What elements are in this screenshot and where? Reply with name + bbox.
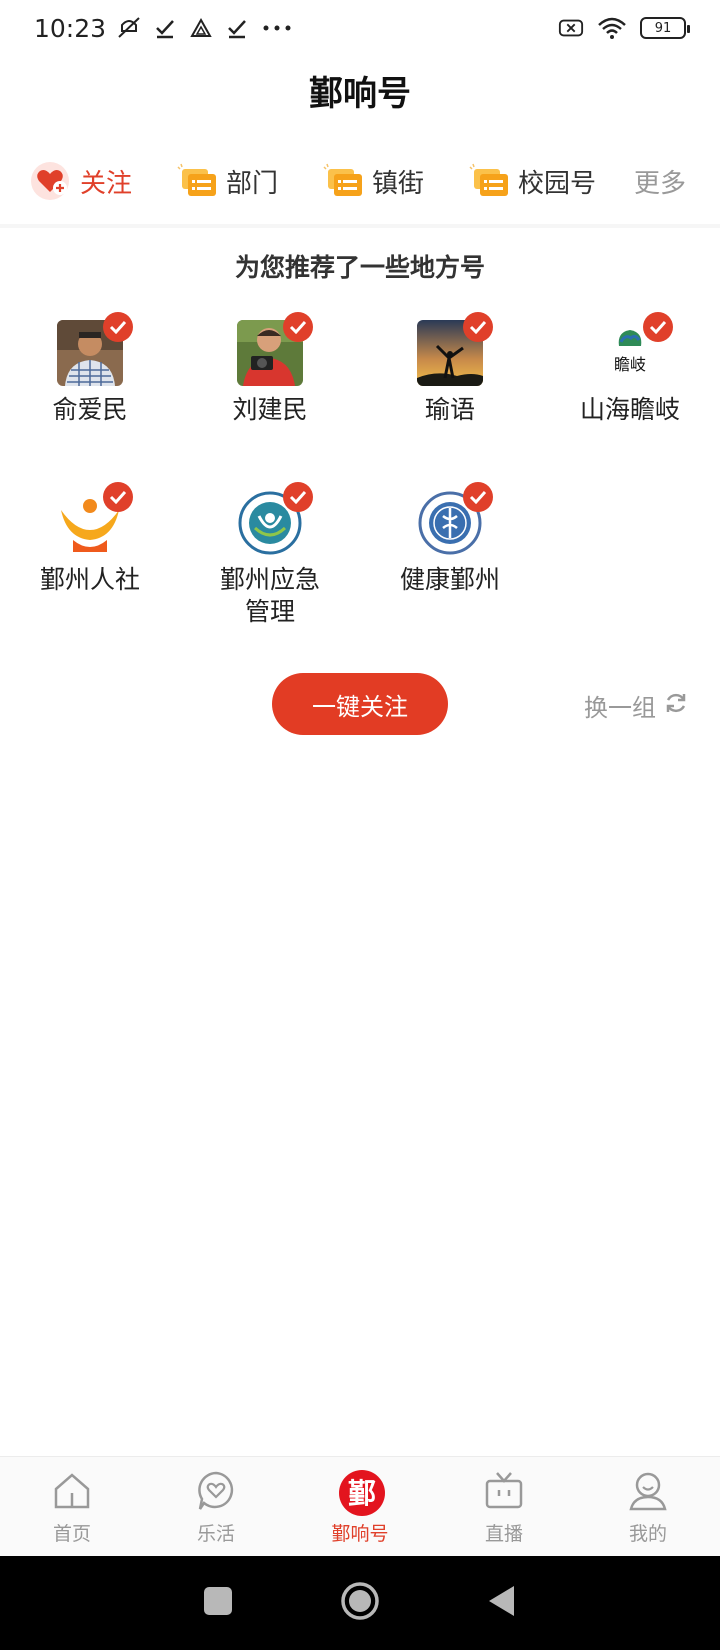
account-name: 鄞州人社 — [39, 565, 140, 594]
check-icon[interactable] — [103, 312, 133, 342]
account-name-line1: 鄞州应急 — [219, 565, 320, 594]
account-item[interactable]: 瞻岐 山海瞻岐 — [540, 312, 720, 426]
nav-label: 鄞响号 — [331, 1523, 389, 1545]
heart-chat-icon — [194, 1469, 238, 1513]
nav-live[interactable]: 直播 — [432, 1457, 576, 1556]
bottom-nav: 首页 乐活 鄞 鄞响号 直播 我的 — [0, 1456, 720, 1556]
nav-home[interactable]: 首页 — [0, 1457, 144, 1556]
profile-icon — [626, 1469, 670, 1513]
recents-button[interactable] — [203, 1586, 233, 1620]
nav-label: 我的 — [628, 1523, 667, 1545]
nav-label: 直播 — [484, 1523, 523, 1545]
divider — [0, 224, 720, 228]
tab-campus[interactable]: 校园号 — [468, 150, 596, 212]
account-name: 健康鄞州 — [399, 565, 500, 594]
category-tabs: 关注 部门 镇街 校园号 更多 — [0, 150, 720, 212]
account-name: 瑜语 — [424, 395, 475, 424]
message-list-icon — [322, 161, 366, 201]
check-icon[interactable] — [463, 312, 493, 342]
tab-more[interactable]: 更多 — [634, 150, 686, 212]
nav-logo-text: 鄞 — [348, 1477, 376, 1510]
mute-icon — [116, 15, 142, 41]
check-icon[interactable] — [643, 312, 673, 342]
account-item[interactable]: 鄞州人社 — [0, 482, 180, 596]
account-name: 刘建民 — [232, 395, 308, 424]
message-list-icon — [468, 161, 512, 201]
account-name: 鄞州应急 管理 — [180, 564, 360, 628]
account-item[interactable]: 健康鄞州 — [360, 482, 540, 596]
yin-logo-icon: 鄞 — [338, 1469, 385, 1516]
nav-label: 乐活 — [196, 1523, 235, 1545]
tab-label: 关注 — [80, 168, 133, 199]
message-list-icon — [176, 161, 220, 201]
tab-department[interactable]: 部门 — [176, 150, 278, 212]
account-name: 山海瞻岐 — [579, 395, 680, 424]
heart-plus-icon — [30, 161, 74, 201]
more-dots-icon — [260, 15, 294, 41]
nav-lehuo[interactable]: 乐活 — [144, 1457, 288, 1556]
tab-label: 校园号 — [518, 168, 597, 199]
sim-off-icon — [558, 15, 584, 41]
account-item[interactable]: 刘建民 — [180, 312, 360, 426]
status-time: 10:23 — [34, 13, 107, 43]
battery-level: 91 — [654, 20, 672, 36]
logo-text: 瞻岐 — [614, 355, 646, 374]
check-icon[interactable] — [103, 482, 133, 512]
account-item[interactable]: 俞爱民 — [0, 312, 180, 426]
check-icon[interactable] — [463, 482, 493, 512]
refresh-label: 换一组 — [584, 694, 656, 722]
tv-icon — [482, 1469, 526, 1513]
nav-mine[interactable]: 我的 — [576, 1457, 720, 1556]
home-button[interactable] — [340, 1581, 380, 1625]
tab-towns[interactable]: 镇街 — [322, 150, 424, 212]
home-icon — [50, 1469, 94, 1513]
nav-yinxianghao[interactable]: 鄞 鄞响号 — [288, 1457, 432, 1556]
check-icon — [224, 15, 250, 41]
system-nav-bar — [0, 1556, 720, 1650]
account-item[interactable]: 鄞州应急 管理 — [180, 482, 360, 628]
check-icon[interactable] — [283, 312, 313, 342]
status-bar: 10:23 91 — [0, 0, 720, 56]
back-button[interactable] — [487, 1584, 517, 1622]
tab-label: 更多 — [634, 168, 687, 199]
nav-label: 首页 — [52, 1523, 91, 1545]
refresh-button[interactable]: 换一组 — [584, 688, 688, 723]
tab-follow[interactable]: 关注 — [30, 150, 132, 212]
account-name-line2: 管理 — [244, 597, 295, 626]
recommend-heading: 为您推荐了一些地方号 — [234, 253, 485, 282]
account-item[interactable]: 瑜语 — [360, 312, 540, 426]
tab-label: 部门 — [226, 168, 279, 199]
check-icon[interactable] — [283, 482, 313, 512]
page-title: 鄞响号 — [309, 74, 411, 114]
tab-label: 镇街 — [372, 168, 425, 199]
check-icon — [152, 15, 178, 41]
battery-icon: 91 — [640, 17, 690, 39]
refresh-icon — [664, 691, 688, 721]
follow-all-button[interactable]: 一键关注 — [272, 673, 448, 735]
wifi-icon — [596, 15, 628, 41]
drive-icon — [188, 15, 214, 41]
account-name: 俞爱民 — [52, 395, 128, 424]
